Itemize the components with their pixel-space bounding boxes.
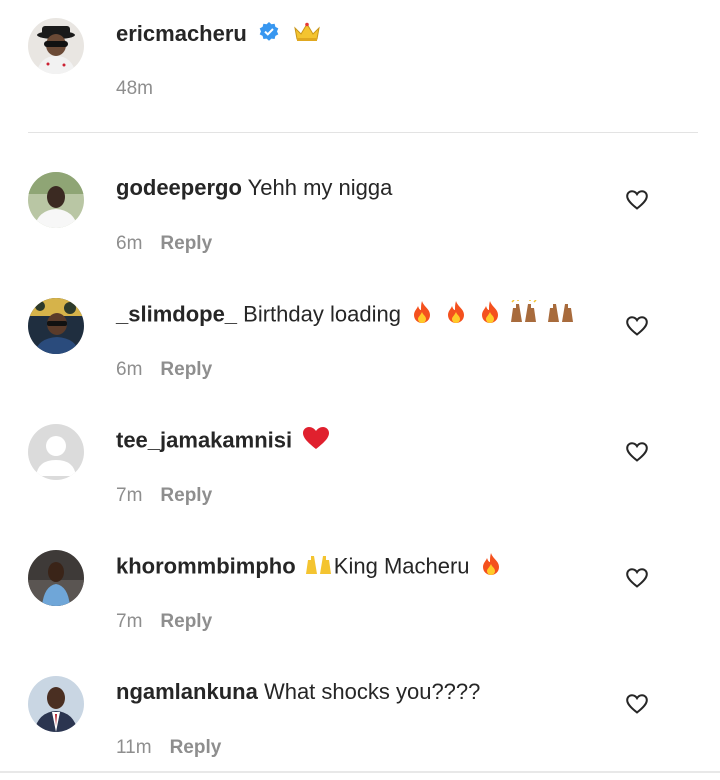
post-caption: ericmacheru 48m: [0, 0, 720, 132]
raised-hands-icon: [546, 300, 576, 331]
reply-button[interactable]: Reply: [160, 485, 212, 506]
comment-line: godeepergo Yehh my nigga: [116, 174, 392, 202]
comment-row: tee_jamakamnisi 7m Reply: [0, 402, 720, 528]
reply-button[interactable]: Reply: [160, 233, 212, 254]
comment-text: Yehh my nigga: [247, 175, 393, 200]
raised-hands-icon: [509, 299, 539, 331]
comment-username[interactable]: ngamlankuna: [116, 679, 258, 704]
fire-icon: [411, 300, 433, 331]
caption-meta: 48m: [116, 77, 153, 101]
like-heart-icon[interactable]: [626, 568, 648, 588]
caption-username[interactable]: ericmacheru: [116, 21, 247, 46]
comment-text: Birthday loading: [243, 301, 401, 327]
commenter-avatar[interactable]: [28, 550, 84, 606]
commenter-avatar[interactable]: [28, 424, 84, 480]
fire-icon: [480, 552, 502, 583]
verified-badge-icon: [259, 21, 279, 49]
commenter-avatar[interactable]: [28, 298, 84, 354]
like-heart-icon[interactable]: [626, 316, 648, 336]
comment-time: 7m: [116, 611, 143, 632]
comment-meta: 6m Reply: [116, 232, 212, 256]
crown-icon: [293, 21, 321, 49]
comment-meta: 7m Reply: [116, 484, 212, 508]
comment-row: godeepergo Yehh my nigga 6m Reply: [0, 150, 720, 276]
comment-line: ngamlankuna What shocks you????: [116, 678, 480, 706]
comment-time: 6m: [116, 233, 143, 254]
caption-line: ericmacheru: [116, 20, 321, 49]
like-heart-icon[interactable]: [626, 190, 648, 210]
comment-meta: 11m Reply: [116, 736, 221, 760]
comment-username[interactable]: tee_jamakamnisi: [116, 427, 292, 452]
caption-time: 48m: [116, 78, 153, 99]
fire-icon: [479, 300, 501, 331]
caption-divider: [28, 132, 698, 133]
comment-username[interactable]: godeepergo: [116, 175, 242, 200]
like-heart-icon[interactable]: [626, 442, 648, 462]
comment-meta: 7m Reply: [116, 610, 212, 634]
comment-row: khorommbimpho King Macheru 7m Reply: [0, 528, 720, 654]
reply-button[interactable]: Reply: [170, 737, 222, 758]
fire-icon: [445, 300, 467, 331]
comment-time: 11m: [116, 737, 152, 758]
like-heart-icon[interactable]: [626, 694, 648, 714]
reply-button[interactable]: Reply: [160, 611, 212, 632]
comment-time: 6m: [116, 359, 143, 380]
red-heart-icon: [302, 426, 330, 457]
raised-hands-icon: [304, 552, 334, 583]
comment-row: _slimdope_ Birthday loading 6m Reply: [0, 276, 720, 402]
caption-author-avatar[interactable]: [28, 18, 84, 74]
comment-row: ngamlankuna What shocks you???? 11m Reply: [0, 654, 720, 780]
comment-text: King Macheru: [333, 553, 470, 579]
comment-time: 7m: [116, 485, 143, 506]
comment-line: tee_jamakamnisi: [116, 426, 330, 457]
reply-button[interactable]: Reply: [160, 359, 212, 380]
comment-line: khorommbimpho King Macheru: [116, 552, 502, 583]
commenter-avatar[interactable]: [28, 676, 84, 732]
comment-username[interactable]: khorommbimpho: [116, 553, 296, 578]
comment-line: _slimdope_ Birthday loading: [116, 299, 576, 331]
comment-username[interactable]: _slimdope_: [116, 301, 237, 326]
comment-meta: 6m Reply: [116, 358, 212, 382]
comment-text: What shocks you????: [263, 679, 481, 704]
commenter-avatar[interactable]: [28, 172, 84, 228]
